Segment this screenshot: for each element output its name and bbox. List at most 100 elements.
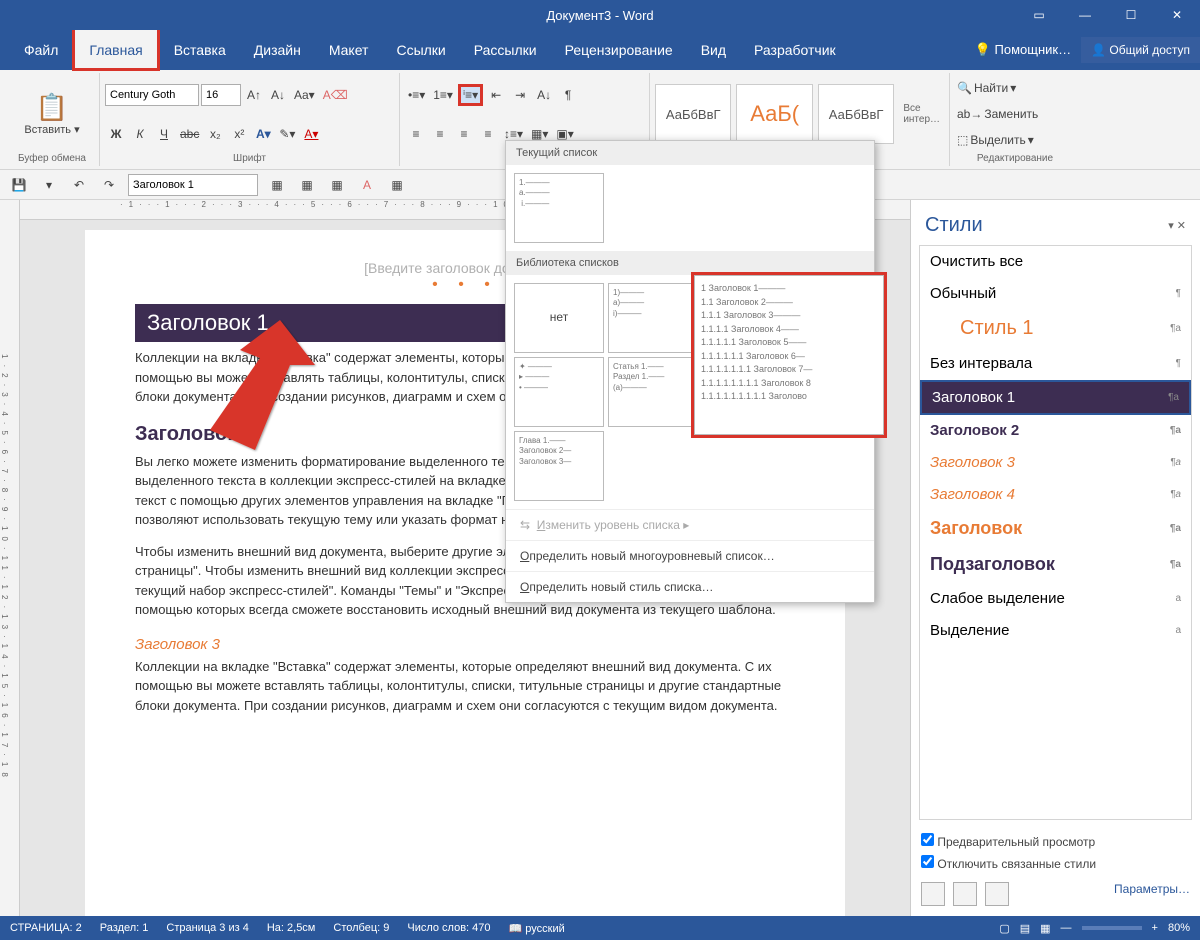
share-button[interactable]: 👤 Общий доступ — [1081, 37, 1200, 63]
text-effects-button[interactable]: A▾ — [252, 123, 274, 145]
tab-view[interactable]: Вид — [687, 32, 740, 68]
qat-btn-2[interactable]: ▦ — [296, 174, 318, 196]
style-item[interactable]: Заголовок¶a — [920, 511, 1191, 547]
doc-heading-3[interactable]: Заголовок 3 — [135, 636, 795, 653]
style-clear-all[interactable]: Очистить все — [920, 246, 1191, 278]
font-size-combo[interactable]: 16 — [201, 84, 241, 106]
tab-insert[interactable]: Вставка — [160, 32, 240, 68]
replace-button[interactable]: ab→ Заменить — [955, 104, 1075, 124]
align-right-button[interactable]: ≡ — [453, 123, 475, 145]
clear-format-button[interactable]: A⌫ — [320, 84, 351, 106]
new-style-button[interactable] — [921, 882, 945, 906]
qat-customize-icon[interactable]: ▾ — [38, 174, 60, 196]
status-page-of[interactable]: Страница 3 из 4 — [166, 922, 248, 934]
align-left-button[interactable]: ≡ — [405, 123, 427, 145]
superscript-button[interactable]: x² — [228, 123, 250, 145]
style-item[interactable]: Стиль 1¶a — [920, 310, 1191, 348]
show-marks-button[interactable]: ¶ — [557, 84, 579, 106]
qat-save-icon[interactable]: 💾 — [8, 174, 30, 196]
style-thumb-normal[interactable]: АаБбВвГ — [655, 84, 731, 144]
tab-mailings[interactable]: Рассылки — [460, 32, 551, 68]
tab-home[interactable]: Главная — [72, 26, 159, 71]
view-web-icon[interactable]: ▦ — [1040, 922, 1050, 935]
dd-current-thumb[interactable]: 1.——— a.——— i.——— — [514, 173, 604, 243]
subscript-button[interactable]: x₂ — [204, 123, 226, 145]
tab-design[interactable]: Дизайн — [240, 32, 315, 68]
grow-font-button[interactable]: A↑ — [243, 84, 265, 106]
dec-indent-button[interactable]: ⇤ — [485, 84, 507, 106]
status-page[interactable]: СТРАНИЦА: 2 — [10, 922, 82, 934]
zoom-in-button[interactable]: + — [1152, 922, 1158, 934]
bullets-button[interactable]: •≡▾ — [405, 84, 428, 106]
dd-thumb-3[interactable]: ✦ ——— ▸ ——— • ——— — [514, 357, 604, 427]
bold-button[interactable]: Ж — [105, 123, 127, 145]
dd-define-style[interactable]: Определить новый стиль списка… — [506, 571, 874, 602]
tab-references[interactable]: Ссылки — [382, 32, 459, 68]
qat-btn-5[interactable]: ▦ — [386, 174, 408, 196]
dd-thumb-1[interactable]: 1)——— a)——— i)——— — [608, 283, 698, 353]
style-item[interactable]: Заголовок 4¶a — [920, 479, 1191, 511]
sort-button[interactable]: A↓ — [533, 84, 555, 106]
zoom-slider[interactable] — [1082, 926, 1142, 930]
ribbon-opts-icon[interactable]: ▭ — [1016, 0, 1062, 30]
dd-thumb-6[interactable]: Глава 1.—— Заголовок 2— Заголовок 3— — [514, 431, 604, 501]
paste-button[interactable]: 📋 Вставить ▾ — [24, 92, 79, 136]
font-name-combo[interactable]: Century Goth — [105, 84, 199, 106]
style-inspector-button[interactable] — [953, 882, 977, 906]
numbering-button[interactable]: 1≡▾ — [430, 84, 456, 106]
style-thumb-heading[interactable]: АаБ( — [736, 84, 812, 144]
style-item[interactable]: Без интервала¶ — [920, 348, 1191, 380]
status-lang[interactable]: 📖 русский — [509, 922, 565, 935]
tab-developer[interactable]: Разработчик — [740, 32, 850, 68]
qat-btn-1[interactable]: ▦ — [266, 174, 288, 196]
strike-button[interactable]: abc — [177, 123, 202, 145]
dd-define-list[interactable]: Определить новый многоуровневый список… — [506, 540, 874, 571]
justify-button[interactable]: ≡ — [477, 123, 499, 145]
maximize-icon[interactable]: ☐ — [1108, 0, 1154, 30]
qat-btn-4[interactable]: A — [356, 174, 378, 196]
style-thumb-3[interactable]: АаБбВвГ — [818, 84, 894, 144]
tell-me[interactable]: 💡 Помощник… — [965, 42, 1081, 58]
styles-all-button[interactable]: Все — [903, 103, 940, 114]
zoom-out-button[interactable]: — — [1061, 922, 1072, 934]
italic-button[interactable]: К — [129, 123, 151, 145]
style-item[interactable]: Выделениеa — [920, 615, 1191, 647]
find-button[interactable]: 🔍 Найти ▾ — [955, 78, 1075, 98]
dd-thumb-none[interactable]: нет — [514, 283, 604, 353]
style-item[interactable]: Подзаголовок¶a — [920, 547, 1191, 583]
style-item[interactable]: Заголовок 2¶a — [920, 415, 1191, 447]
qat-redo-icon[interactable]: ↷ — [98, 174, 120, 196]
status-at[interactable]: На: 2,5см — [267, 922, 316, 934]
select-button[interactable]: ⬚ Выделить ▾ — [955, 130, 1075, 150]
preview-checkbox[interactable]: Предварительный просмотр — [921, 830, 1190, 852]
font-color-button[interactable]: A▾ — [300, 123, 322, 145]
manage-styles-button[interactable] — [985, 882, 1009, 906]
tab-review[interactable]: Рецензирование — [551, 32, 687, 68]
styles-pane-close-icon[interactable]: ▾ ✕ — [1168, 219, 1186, 232]
style-item[interactable]: Заголовок 3¶a — [920, 447, 1191, 479]
underline-button[interactable]: Ч — [153, 123, 175, 145]
zoom-level[interactable]: 80% — [1168, 922, 1190, 934]
status-words[interactable]: Число слов: 470 — [407, 922, 490, 934]
multilevel-list-button[interactable]: ⁱ≡▾ — [458, 84, 483, 106]
style-item[interactable]: Слабое выделениеa — [920, 583, 1191, 615]
qat-btn-3[interactable]: ▦ — [326, 174, 348, 196]
close-icon[interactable]: ✕ — [1154, 0, 1200, 30]
change-case-button[interactable]: Aa▾ — [291, 84, 318, 106]
dd-thumb-4[interactable]: Статья 1.—— Раздел 1.—— (a)——— — [608, 357, 698, 427]
tab-layout[interactable]: Макет — [315, 32, 383, 68]
minimize-icon[interactable]: — — [1062, 0, 1108, 30]
tab-file[interactable]: Файл — [10, 32, 72, 68]
view-read-icon[interactable]: ▢ — [999, 922, 1009, 935]
dd-thumb-highlighted[interactable]: 1 Заголовок 1———1.1 Заголовок 2———1.1.1 … — [694, 275, 884, 435]
align-center-button[interactable]: ≡ — [429, 123, 451, 145]
shrink-font-button[interactable]: A↓ — [267, 84, 289, 106]
style-item[interactable]: Обычный¶ — [920, 278, 1191, 310]
style-selector-combo[interactable]: Заголовок 1 — [128, 174, 258, 196]
doc-paragraph-4[interactable]: Коллекции на вкладке "Вставка" содержат … — [135, 657, 795, 716]
disable-linked-checkbox[interactable]: Отключить связанные стили — [921, 852, 1190, 874]
vertical-ruler[interactable]: 1·2·3·4·5·6·7·8·9·10·11·12·13·14·15·16·1… — [0, 200, 20, 916]
status-section[interactable]: Раздел: 1 — [100, 922, 149, 934]
highlight-button[interactable]: ✎▾ — [276, 123, 298, 145]
view-print-icon[interactable]: ▤ — [1020, 922, 1030, 935]
